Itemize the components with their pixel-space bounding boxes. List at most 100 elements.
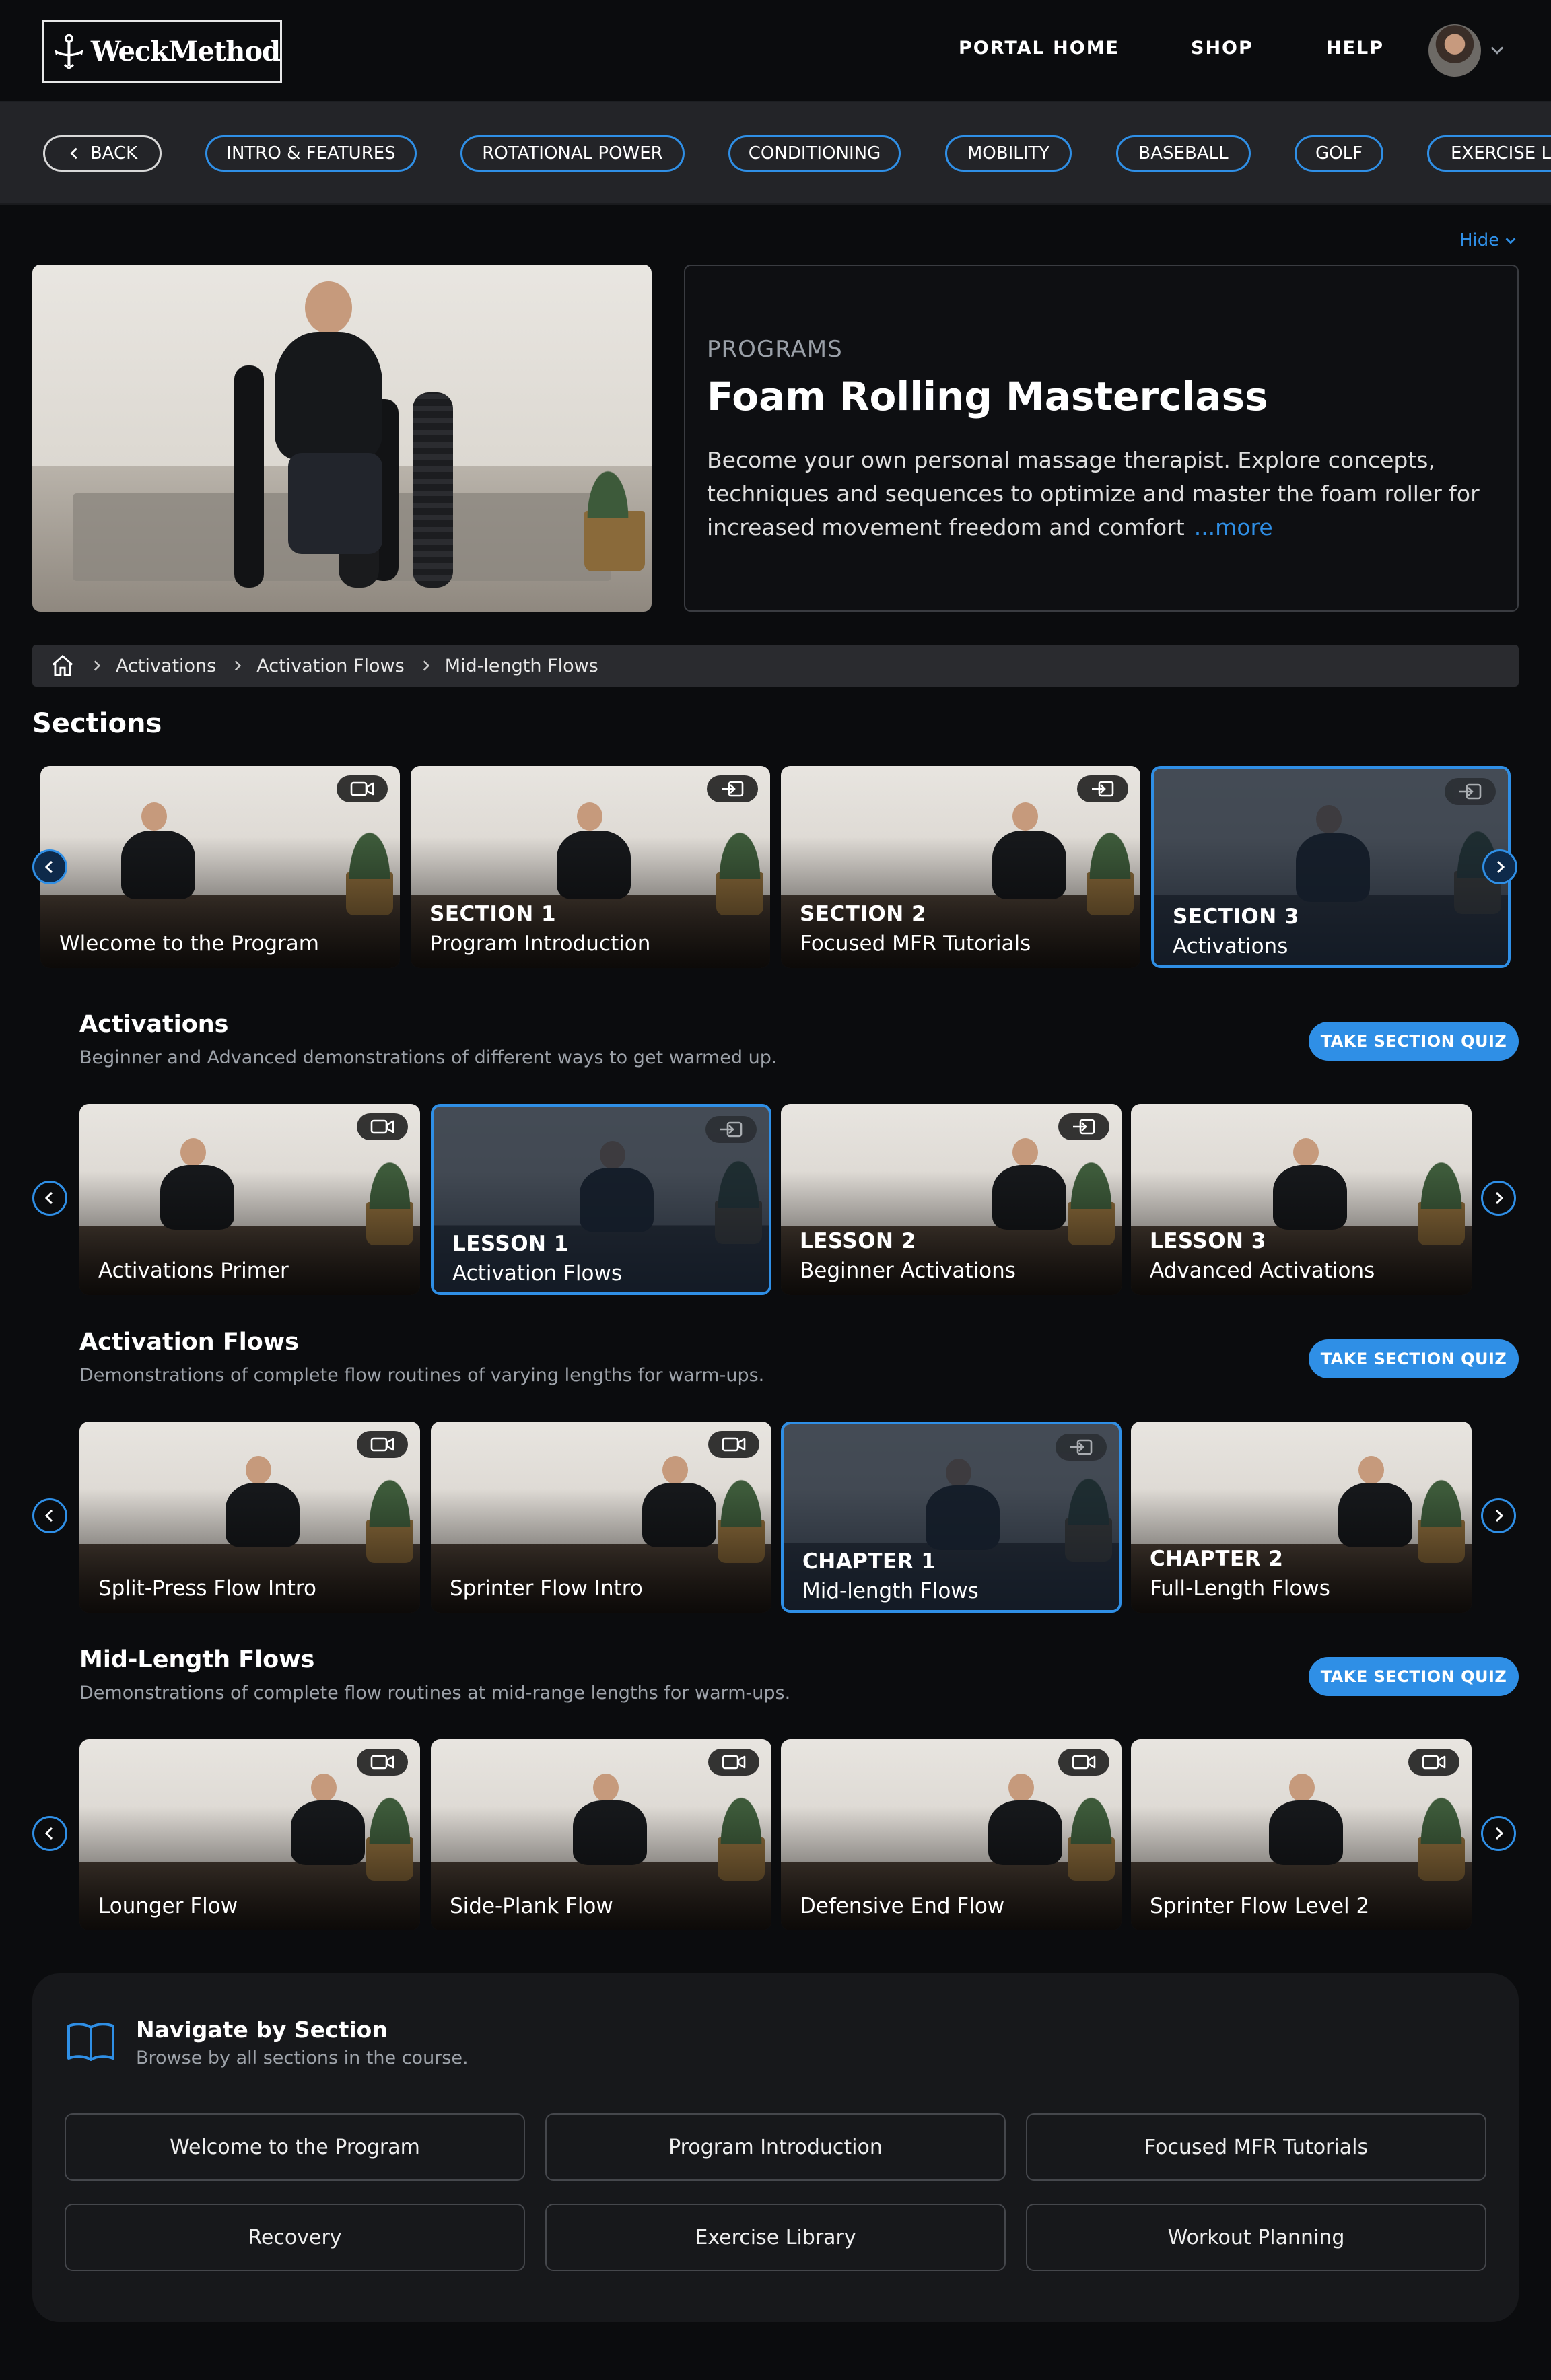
nav-section-focused-mfr[interactable]: Focused MFR Tutorials bbox=[1026, 2113, 1486, 2181]
carousel-prev-button[interactable] bbox=[32, 1498, 67, 1533]
filter-mobility[interactable]: MOBILITY bbox=[945, 135, 1072, 172]
card-title: Full-Length Flows bbox=[1150, 1576, 1330, 1601]
back-button[interactable]: BACK bbox=[43, 135, 162, 172]
nav-section-exercise-library[interactable]: Exercise Library bbox=[545, 2204, 1006, 2271]
card-title: Focused MFR Tutorials bbox=[800, 932, 1031, 956]
content-card[interactable]: Activations Primer bbox=[79, 1104, 420, 1295]
take-section-quiz-button[interactable]: TAKE SECTION QUIZ bbox=[1309, 1339, 1519, 1378]
content-card[interactable]: Wlecome to the Program bbox=[40, 766, 400, 968]
carousel-next-button[interactable] bbox=[1481, 1816, 1516, 1851]
card-eyebrow: CHAPTER 2 bbox=[1150, 1547, 1284, 1571]
enter-icon bbox=[705, 1116, 757, 1143]
category-filter-bar: BACK INTRO & FEATURES ROTATIONAL POWER C… bbox=[0, 102, 1551, 205]
chevron-right-icon bbox=[1495, 1827, 1504, 1840]
chevron-down-icon bbox=[1505, 238, 1516, 244]
chevron-left-icon bbox=[44, 860, 53, 874]
content-card[interactable]: Sprinter Flow Intro bbox=[431, 1422, 771, 1613]
hide-toggle[interactable]: Hide bbox=[1459, 230, 1518, 250]
content-card[interactable]: CHAPTER 1 Mid-length Flows bbox=[781, 1422, 1122, 1613]
card-title: Sprinter Flow Intro bbox=[450, 1576, 643, 1601]
filter-conditioning[interactable]: CONDITIONING bbox=[728, 135, 901, 172]
carousel-next-button[interactable] bbox=[1482, 849, 1517, 884]
video-icon bbox=[357, 1749, 408, 1776]
carousel-prev-button[interactable] bbox=[32, 1816, 67, 1851]
chevron-left-icon bbox=[44, 1509, 53, 1523]
carousel-next-button[interactable] bbox=[1481, 1181, 1516, 1216]
video-icon bbox=[357, 1113, 408, 1140]
enter-icon bbox=[1077, 775, 1128, 802]
carousel-next-button[interactable] bbox=[1481, 1498, 1516, 1533]
carousel-prev-button[interactable] bbox=[32, 1181, 67, 1216]
content-card[interactable]: SECTION 3 Activations bbox=[1151, 766, 1511, 968]
back-label: BACK bbox=[90, 143, 138, 164]
group-title-mid-length-flows: Mid-Length Flows bbox=[79, 1646, 315, 1673]
chevron-right-icon bbox=[94, 660, 101, 671]
video-icon bbox=[1058, 1749, 1109, 1776]
breadcrumb-activations[interactable]: Activations bbox=[116, 656, 216, 676]
video-icon bbox=[337, 775, 388, 802]
content-card[interactable]: Sprinter Flow Level 2 bbox=[1131, 1739, 1472, 1930]
content-card[interactable]: SECTION 2 Focused MFR Tutorials bbox=[781, 766, 1140, 968]
filter-exercise-library[interactable]: EXERCISE LI bbox=[1427, 135, 1551, 172]
video-icon bbox=[1408, 1749, 1459, 1776]
card-title: Defensive End Flow bbox=[800, 1894, 1005, 1918]
nav-portal-home[interactable]: PORTAL HOME bbox=[959, 38, 1119, 59]
chevron-right-icon bbox=[1495, 1191, 1504, 1205]
card-eyebrow: LESSON 3 bbox=[1150, 1229, 1266, 1253]
content-card[interactable]: Side-Plank Flow bbox=[431, 1739, 771, 1930]
content-card[interactable]: LESSON 3 Advanced Activations bbox=[1131, 1104, 1472, 1295]
filter-golf[interactable]: GOLF bbox=[1295, 135, 1383, 172]
card-title: Activations bbox=[1173, 934, 1288, 958]
card-eyebrow: SECTION 2 bbox=[800, 902, 927, 926]
take-section-quiz-button[interactable]: TAKE SECTION QUIZ bbox=[1309, 1022, 1519, 1061]
content-card[interactable]: Lounger Flow bbox=[79, 1739, 420, 1930]
home-icon[interactable] bbox=[50, 653, 75, 678]
chevron-down-icon[interactable] bbox=[1488, 40, 1507, 59]
user-avatar[interactable] bbox=[1428, 24, 1481, 77]
content-card[interactable]: LESSON 1 Activation Flows bbox=[431, 1104, 771, 1295]
filter-baseball[interactable]: BASEBALL bbox=[1116, 135, 1251, 172]
chevron-right-icon bbox=[423, 660, 429, 671]
nav-section-recovery[interactable]: Recovery bbox=[65, 2204, 525, 2271]
card-title: Program Introduction bbox=[429, 932, 651, 956]
card-eyebrow: SECTION 3 bbox=[1173, 905, 1300, 929]
enter-icon bbox=[1056, 1434, 1107, 1461]
hide-label: Hide bbox=[1459, 230, 1500, 250]
card-title: Activations Primer bbox=[98, 1259, 289, 1283]
nav-shop[interactable]: SHOP bbox=[1191, 38, 1253, 59]
video-icon bbox=[708, 1431, 759, 1458]
weckmethod-logo[interactable]: WeckMethod bbox=[42, 20, 282, 83]
card-eyebrow: SECTION 1 bbox=[429, 902, 557, 926]
enter-icon bbox=[1445, 778, 1496, 805]
content-card[interactable]: Split-Press Flow Intro bbox=[79, 1422, 420, 1613]
program-description-text: Become your own personal massage therapi… bbox=[707, 447, 1480, 540]
group-title-activations: Activations bbox=[79, 1011, 229, 1038]
card-title: Sprinter Flow Level 2 bbox=[1150, 1894, 1370, 1918]
content-card[interactable]: CHAPTER 2 Full-Length Flows bbox=[1131, 1422, 1472, 1613]
nav-section-workout-planning[interactable]: Workout Planning bbox=[1026, 2204, 1486, 2271]
nav-section-program-introduction[interactable]: Program Introduction bbox=[545, 2113, 1006, 2181]
top-navigation-bar: WeckMethod PORTAL HOME SHOP HELP bbox=[0, 0, 1551, 102]
breadcrumb: Activations Activation Flows Mid-length … bbox=[32, 645, 1519, 687]
chevron-right-icon bbox=[1495, 1509, 1504, 1523]
filter-rotational-power[interactable]: ROTATIONAL POWER bbox=[460, 135, 685, 172]
take-section-quiz-button[interactable]: TAKE SECTION QUIZ bbox=[1309, 1657, 1519, 1696]
read-more-link[interactable]: ...more bbox=[1194, 514, 1273, 540]
content-card[interactable]: Defensive End Flow bbox=[781, 1739, 1122, 1930]
nav-section-welcome[interactable]: Welcome to the Program bbox=[65, 2113, 525, 2181]
group-description-activations: Beginner and Advanced demonstrations of … bbox=[79, 1047, 778, 1068]
card-title: Side-Plank Flow bbox=[450, 1894, 613, 1918]
weckmethod-logo-icon bbox=[55, 34, 83, 70]
content-card[interactable]: SECTION 1 Program Introduction bbox=[411, 766, 770, 968]
program-description: Become your own personal massage therapi… bbox=[707, 444, 1494, 545]
card-title: Split-Press Flow Intro bbox=[98, 1576, 316, 1601]
nav-help[interactable]: HELP bbox=[1326, 38, 1384, 59]
navigate-title: Navigate by Section bbox=[136, 2017, 388, 2043]
breadcrumb-activation-flows[interactable]: Activation Flows bbox=[256, 656, 404, 676]
content-card[interactable]: LESSON 2 Beginner Activations bbox=[781, 1104, 1122, 1295]
carousel-prev-button[interactable] bbox=[32, 849, 67, 884]
program-info-card: PROGRAMS Foam Rolling Masterclass Become… bbox=[684, 265, 1519, 612]
video-icon bbox=[357, 1431, 408, 1458]
filter-intro-features[interactable]: INTRO & FEATURES bbox=[205, 135, 417, 172]
enter-icon bbox=[1058, 1113, 1109, 1140]
